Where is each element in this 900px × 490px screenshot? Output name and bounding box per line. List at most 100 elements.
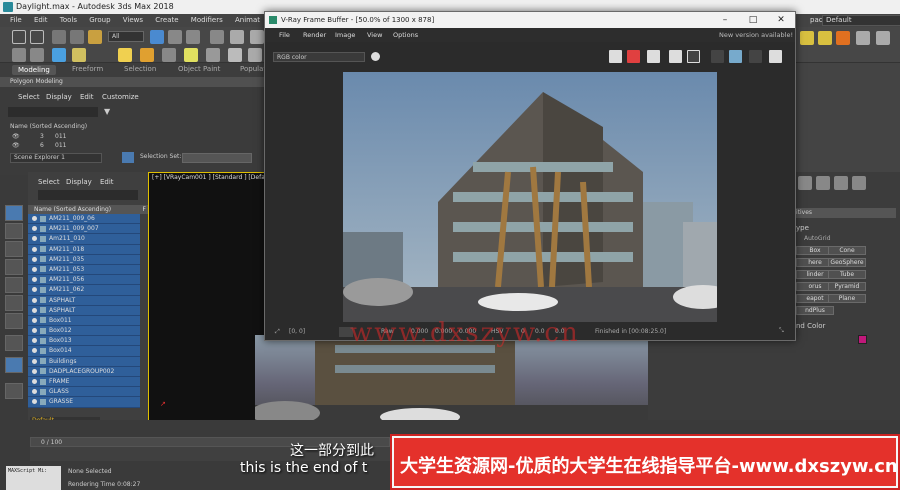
save-image-icon[interactable] (609, 50, 622, 63)
tab-object-paint[interactable]: Object Paint (178, 65, 220, 73)
scene-search-input[interactable] (38, 190, 138, 200)
polygon-modeling-bar[interactable]: Polygon Modeling (0, 77, 270, 87)
eye-icon[interactable] (32, 216, 37, 221)
clear-image-icon[interactable] (647, 50, 660, 63)
close-icon[interactable]: ✕ (767, 12, 795, 28)
display-groups-icon[interactable] (5, 313, 23, 329)
list-item[interactable]: AM211_062 (28, 285, 140, 296)
render-frame-icon[interactable] (140, 48, 154, 62)
tab-modeling[interactable]: Modeling (12, 65, 56, 75)
list-item[interactable]: GLASS (28, 387, 140, 398)
eye-icon[interactable] (32, 307, 37, 313)
list-item[interactable]: AM211_035 (28, 254, 140, 265)
list-item[interactable]: AM211_009_007 (28, 224, 140, 235)
menu-edit[interactable]: Edit (34, 16, 48, 24)
menu-views[interactable]: Views (123, 16, 143, 24)
region-render-icon[interactable] (687, 50, 700, 63)
sync-selection-icon[interactable] (5, 383, 23, 399)
window-crossing-icon[interactable] (210, 30, 224, 44)
eye-icon[interactable]: 👁 (12, 133, 20, 140)
link-icon[interactable] (52, 30, 66, 44)
create-shape-icon[interactable] (30, 48, 44, 62)
stop-render-icon[interactable] (749, 50, 762, 63)
explorer-menu-select[interactable]: Select (18, 93, 40, 101)
render-setup-icon[interactable] (118, 48, 132, 62)
scene-explorer-select[interactable]: Scene Explorer 1 (10, 153, 102, 163)
display-geometry-icon[interactable] (5, 205, 23, 221)
menu-file[interactable]: File (10, 16, 22, 24)
display-shapes-icon[interactable] (5, 223, 23, 239)
explorer-search-input[interactable] (8, 107, 98, 117)
pyramid-button[interactable]: Pyramid (828, 282, 866, 291)
minimize-icon[interactable]: – (711, 12, 739, 28)
tab-selection[interactable]: Selection (124, 65, 156, 73)
workspace-select[interactable]: Default (822, 15, 900, 26)
eye-icon[interactable] (32, 277, 37, 283)
eye-icon[interactable] (32, 358, 37, 364)
tools-icon[interactable] (856, 31, 870, 45)
unlink-icon[interactable] (70, 30, 84, 44)
tab-freeform[interactable]: Freeform (72, 65, 103, 73)
eye-icon[interactable] (32, 256, 37, 262)
eye-icon[interactable] (32, 266, 37, 272)
scene-menu-select[interactable]: Select (38, 178, 60, 186)
folder-icon[interactable] (800, 31, 814, 45)
scene-menu-edit[interactable]: Edit (100, 178, 114, 186)
tab-populate[interactable]: Populat (240, 65, 266, 73)
vfb-update-notice[interactable]: New version available! (719, 28, 793, 42)
vfb-menu-view[interactable]: View (367, 28, 382, 42)
vfb-title-bar[interactable]: V-Ray Frame Buffer - [50.0% of 1300 x 87… (265, 12, 795, 28)
primitives-select[interactable]: itives (796, 208, 896, 218)
vfb-menu-render[interactable]: Render (303, 28, 326, 42)
maximize-icon[interactable]: □ (739, 12, 767, 28)
select-by-name-icon[interactable] (168, 30, 182, 44)
layer-explorer-icon[interactable] (122, 152, 134, 163)
selection-set-select[interactable] (182, 153, 252, 163)
undo-icon[interactable] (12, 30, 26, 44)
save-all-icon[interactable] (627, 50, 640, 63)
list-item[interactable]: DADPLACEGROUP002 (28, 366, 140, 377)
redo-icon[interactable] (30, 30, 44, 44)
bind-spacewarp-icon[interactable] (88, 30, 102, 44)
list-item[interactable]: FRAME (28, 377, 140, 388)
vfb-menu-image[interactable]: Image (335, 28, 355, 42)
render-teapot-icon[interactable] (729, 50, 742, 63)
color-picker-icon[interactable] (371, 52, 380, 61)
menu-group[interactable]: Group (89, 16, 110, 24)
maxscript-listener[interactable]: MAXScript Mi: (6, 466, 61, 490)
wrench-icon[interactable] (876, 31, 890, 45)
list-item[interactable]: ASPHALT (28, 305, 140, 316)
open-folder-icon[interactable] (818, 31, 832, 45)
select-object-icon[interactable] (150, 30, 164, 44)
eye-icon[interactable] (32, 399, 37, 405)
cone-icon[interactable] (206, 48, 220, 62)
display-spacewarps-icon[interactable] (5, 295, 23, 311)
eye-icon[interactable] (32, 338, 37, 344)
eye-icon[interactable] (32, 287, 37, 293)
sun-icon[interactable] (184, 48, 198, 62)
gear-icon[interactable] (248, 48, 262, 62)
vfb-menu-options[interactable]: Options (393, 28, 418, 42)
filter-icon[interactable]: ▼ (104, 107, 110, 116)
list-item[interactable]: AM211_009_06 (28, 214, 140, 225)
render-interactive-icon[interactable] (769, 50, 782, 63)
display-cameras-icon[interactable] (5, 259, 23, 275)
explorer-menu-display[interactable]: Display (46, 93, 72, 101)
explorer-menu-edit[interactable]: Edit (80, 93, 94, 101)
menu-animation[interactable]: Animat (235, 16, 260, 24)
menu-create[interactable]: Create (155, 16, 178, 24)
eye-icon[interactable] (32, 317, 37, 323)
create-tab-icon[interactable] (798, 176, 812, 190)
eye-icon[interactable]: 👁 (12, 142, 20, 149)
move-icon[interactable] (230, 30, 244, 44)
display-helpers-icon[interactable] (5, 277, 23, 293)
object-color-swatch[interactable] (858, 335, 867, 344)
scene-menu-display[interactable]: Display (66, 178, 92, 186)
textplus-button[interactable]: ndPlus (796, 306, 834, 315)
eye-icon[interactable] (32, 379, 37, 384)
eye-icon[interactable] (32, 348, 37, 354)
rect-selection-icon[interactable] (186, 30, 200, 44)
fp-icon[interactable] (836, 31, 850, 45)
explorer-menu-customize[interactable]: Customize (102, 93, 139, 101)
cone-button[interactable]: Cone (828, 246, 866, 255)
